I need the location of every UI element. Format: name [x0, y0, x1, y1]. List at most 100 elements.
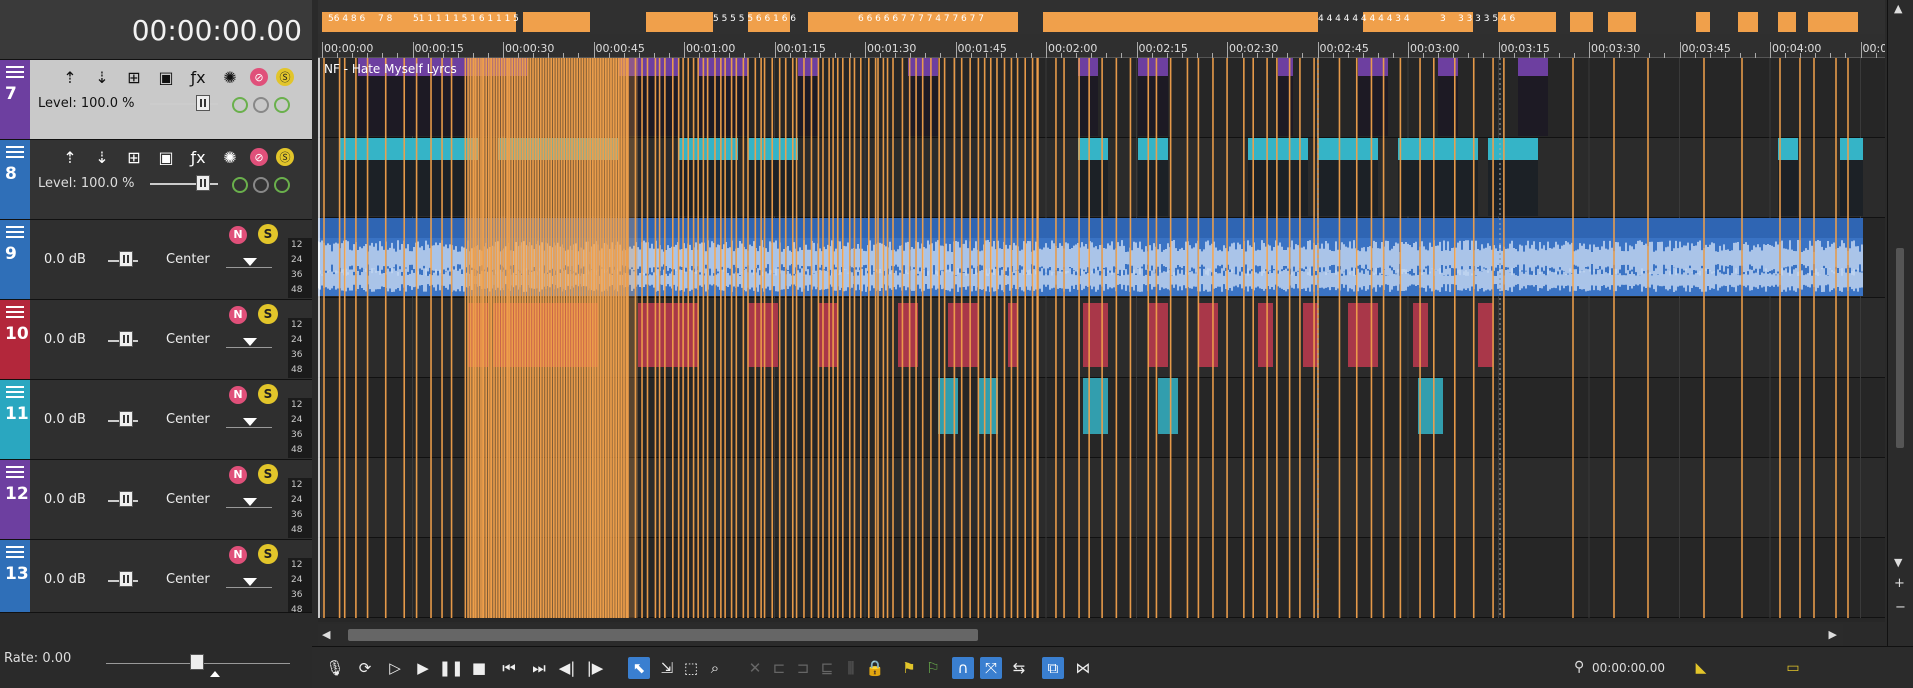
event-grouping-icon[interactable]: ⧉ [1042, 657, 1064, 679]
video-event-thumbnail[interactable] [1138, 160, 1168, 216]
audio-clip[interactable] [1418, 378, 1443, 434]
track-menu-icon[interactable] [6, 66, 24, 80]
rate-slider-handle[interactable] [190, 654, 204, 670]
track-header-11[interactable]: 11 N S 0.0 dB Center 12 24 36 48 [0, 380, 312, 460]
marker-icon[interactable]: ⚑ [898, 657, 920, 679]
prev-frame-icon[interactable]: ◀| [556, 657, 578, 679]
track-color-strip[interactable]: 11 [0, 380, 30, 459]
move-down-icon[interactable]: ⇣ [90, 66, 114, 88]
video-event-thumbnail[interactable] [798, 76, 818, 136]
next-frame-icon[interactable]: |▶ [584, 657, 606, 679]
normal-edit-tool-icon[interactable]: ⬉ [628, 657, 650, 679]
solo-icon[interactable]: S [258, 464, 278, 484]
audio-clip[interactable] [1258, 303, 1273, 367]
marker-flag[interactable] [1043, 12, 1318, 32]
split-icon[interactable]: ⫼ [840, 657, 862, 679]
track-color-strip[interactable]: 10 [0, 300, 30, 379]
loop-region-icon[interactable]: ▭ [1782, 657, 1804, 679]
stop-icon[interactable]: ■ [468, 657, 490, 679]
volume-slider-handle[interactable] [119, 571, 133, 587]
volume-slider-handle[interactable] [119, 491, 133, 507]
zoom-tool-icon[interactable]: ⌕ [704, 657, 726, 679]
mute-icon[interactable]: ⊘ [250, 148, 268, 166]
time-ruler[interactable]: 00:00:00 00:00:15 00:00:30 00:00:45 00:01:00… [318, 34, 1885, 58]
zoom-out-vertical-icon[interactable]: − [1895, 600, 1906, 615]
mute-icon[interactable]: N [229, 466, 247, 484]
video-event-header[interactable] [1518, 58, 1548, 76]
track-header-8[interactable]: 8 ⇡ ⇣ ⊞ ▣ ƒx ✺ ⊘ Ⓢ Level: 100.0 % [0, 140, 312, 220]
video-event-header[interactable] [1078, 58, 1098, 76]
auto-ripple-icon[interactable]: ⤧ [980, 657, 1002, 679]
marker-flag[interactable] [1808, 12, 1858, 32]
move-up-icon[interactable]: ⇡ [58, 146, 82, 168]
track-color-strip[interactable]: 13 [0, 540, 30, 619]
video-event-thumbnail[interactable] [1278, 76, 1293, 136]
envelope-tool-icon[interactable]: ⇲ [656, 657, 678, 679]
audio-clip[interactable] [1348, 303, 1378, 367]
trim-start-icon[interactable]: ⊐ [792, 657, 814, 679]
marker-flag[interactable] [1778, 12, 1796, 32]
audio-clip[interactable] [748, 303, 778, 367]
level-slider-handle[interactable] [196, 95, 210, 111]
video-event-header[interactable] [1398, 138, 1478, 160]
video-event-header[interactable] [1488, 138, 1538, 160]
play-icon[interactable]: ▶ [412, 657, 434, 679]
video-event-header[interactable] [1078, 138, 1108, 160]
move-up-icon[interactable]: ⇡ [58, 66, 82, 88]
scroll-left-icon[interactable]: ◀ [322, 628, 330, 641]
delete-icon[interactable]: ✕ [744, 657, 766, 679]
video-event-thumbnail[interactable] [1778, 160, 1798, 216]
pan-slider-handle[interactable] [243, 578, 257, 586]
motion-icon[interactable]: ✺ [218, 66, 242, 88]
audio-clip[interactable] [898, 303, 918, 367]
scroll-up-icon[interactable]: ▲ [1894, 2, 1902, 15]
go-to-start-icon[interactable]: ⏮ [498, 657, 520, 679]
motion-icon[interactable]: ✺ [218, 146, 242, 168]
parent-mode-icon[interactable] [253, 97, 269, 113]
audio-clip[interactable] [818, 303, 838, 367]
track-menu-icon[interactable] [6, 546, 24, 560]
audio-clip[interactable] [1083, 303, 1108, 367]
parent-mode-icon[interactable] [253, 177, 269, 193]
mute-icon[interactable]: N [229, 306, 247, 324]
selection-tool-icon[interactable]: ⬚ [680, 657, 702, 679]
track-color-strip[interactable]: 12 [0, 460, 30, 539]
compositing-icon[interactable]: ▣ [154, 146, 178, 168]
audio-clip[interactable] [1158, 378, 1178, 434]
marker-flag[interactable] [1696, 12, 1710, 32]
lock-icon[interactable]: 🔒 [864, 657, 886, 679]
track-lanes[interactable]: NF - Hate Myself Lyrcs [318, 58, 1885, 620]
track-header-13[interactable]: 13 N S 0.0 dB Center 12 24 36 48 [0, 540, 312, 620]
video-event-thumbnail[interactable] [1138, 76, 1168, 136]
child-mode-icon[interactable] [274, 177, 290, 193]
video-event-header[interactable] [1138, 138, 1168, 160]
audio-clip[interactable] [978, 378, 998, 434]
track-header-7[interactable]: 7 ⇡ ⇣ ⊞ ▣ ƒx ✺ ⊘ Ⓢ Level: 100.0 % [0, 60, 312, 140]
audio-clip[interactable] [1148, 303, 1168, 367]
ripple-mode-icon[interactable]: ⇆ [1008, 657, 1030, 679]
video-event-header[interactable] [1138, 58, 1168, 76]
volume-slider-handle[interactable] [119, 251, 133, 267]
marker-flag[interactable] [1570, 12, 1593, 32]
track-menu-icon[interactable] [6, 306, 24, 320]
fx-icon[interactable]: ƒx [186, 66, 210, 88]
marker-bar[interactable]: 56 4 8 6 7 8 51 1 1 1 1 5 1 6 1 1 1 5 5 5 5… [318, 0, 1885, 34]
audio-clip[interactable] [1198, 303, 1218, 367]
composite-mode-icon[interactable] [232, 177, 248, 193]
go-to-end-icon[interactable]: ⏭ [528, 657, 550, 679]
mute-icon[interactable]: N [229, 386, 247, 404]
record-icon[interactable]: 🎙 [324, 657, 346, 679]
marker-flag[interactable] [1608, 12, 1636, 32]
track-menu-icon[interactable] [6, 146, 24, 160]
audio-clip[interactable] [1478, 303, 1493, 367]
video-event-header[interactable] [1840, 138, 1863, 160]
track-color-strip[interactable]: 9 [0, 220, 30, 299]
pan-slider-handle[interactable] [243, 418, 257, 426]
volume-slider-handle[interactable] [119, 411, 133, 427]
pan-slider-handle[interactable] [243, 338, 257, 346]
composite-mode-icon[interactable] [232, 97, 248, 113]
vertical-scroll-thumb[interactable] [1896, 248, 1904, 448]
region-icon[interactable]: ⚐ [922, 657, 944, 679]
trim-icon[interactable]: ⊏ [768, 657, 790, 679]
level-slider-handle[interactable] [196, 175, 210, 191]
